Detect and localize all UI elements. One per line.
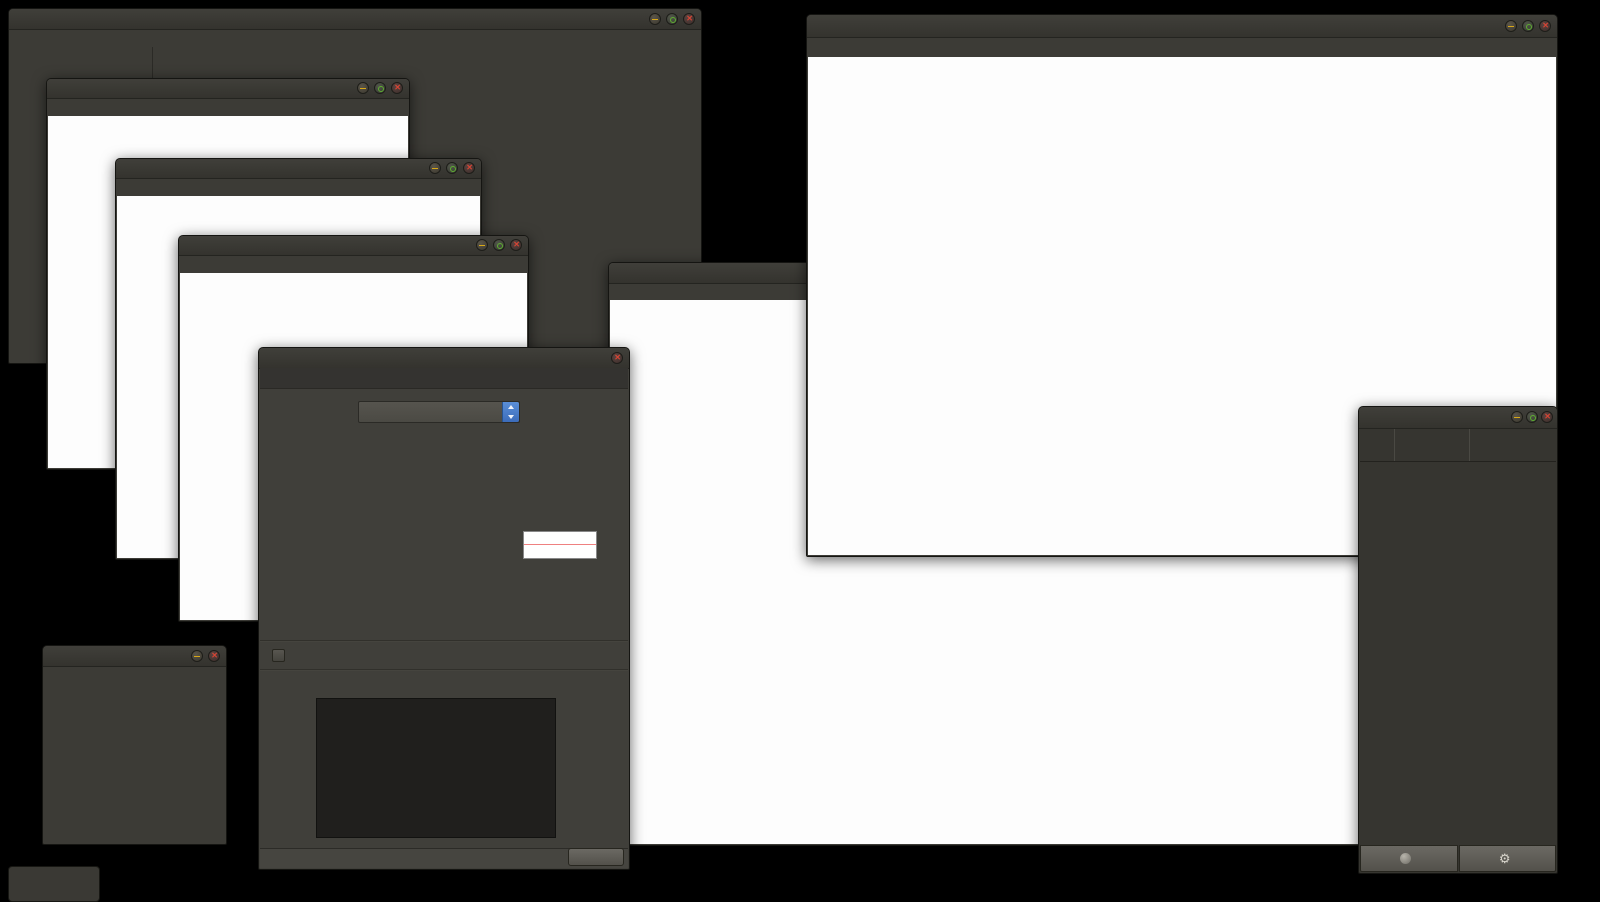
view3d-pbe-menubar <box>116 179 481 196</box>
close-icon[interactable] <box>208 650 220 662</box>
curve-preview <box>523 531 597 559</box>
close-icon[interactable] <box>611 352 623 364</box>
maximize-icon[interactable] <box>493 239 505 251</box>
gr-plot-menubar <box>807 38 1557 57</box>
main-menubar <box>9 30 701 47</box>
cancel-button[interactable] <box>1360 845 1458 872</box>
maximize-icon[interactable] <box>666 13 678 25</box>
view3d-pbe-titlebar[interactable] <box>116 159 481 179</box>
minimize-icon[interactable] <box>1511 411 1523 423</box>
close-icon[interactable] <box>510 239 522 251</box>
layers-listbox[interactable] <box>316 698 556 838</box>
toolboxes-titlebar[interactable] <box>43 646 226 667</box>
close-icon[interactable] <box>683 13 695 25</box>
main-window-titlebar[interactable] <box>9 9 701 30</box>
edit-curve-dialog <box>258 347 630 870</box>
close-icon[interactable] <box>463 162 475 174</box>
minimize-icon[interactable] <box>191 650 203 662</box>
view3d-blyp-titlebar[interactable] <box>179 236 528 256</box>
toolboxes-window <box>42 645 227 845</box>
maximize-icon[interactable] <box>374 82 386 94</box>
gear-icon: ⚙ <box>1499 851 1511 867</box>
minimize-icon[interactable] <box>357 82 369 94</box>
cancel-icon <box>1400 853 1411 864</box>
apply-button[interactable]: ⚙ <box>1459 845 1557 872</box>
select-set-dropdown[interactable] <box>358 401 520 423</box>
table-header <box>1360 429 1556 462</box>
edit-curve-tabs <box>260 368 628 389</box>
maximize-icon[interactable] <box>1522 20 1534 32</box>
close-icon[interactable] <box>1539 20 1551 32</box>
view3d-pw91-titlebar[interactable] <box>47 79 409 99</box>
preview-line <box>524 544 596 545</box>
data-table-titlebar[interactable] <box>1359 407 1557 429</box>
maximize-icon[interactable] <box>1526 411 1538 423</box>
column-header-value[interactable] <box>1470 429 1556 461</box>
close-icon[interactable] <box>391 82 403 94</box>
view3d-blyp-menubar <box>179 256 528 273</box>
window-fragment <box>8 866 100 902</box>
minimize-icon[interactable] <box>476 239 488 251</box>
view3d-pw91-menubar <box>47 99 409 116</box>
minimize-icon[interactable] <box>429 162 441 174</box>
edit-curve-titlebar[interactable] <box>259 348 629 369</box>
gr-plot-titlebar[interactable] <box>807 15 1557 38</box>
row-number-column-header[interactable] <box>1360 429 1395 461</box>
close-icon[interactable] <box>1541 411 1553 423</box>
minimize-icon[interactable] <box>649 13 661 25</box>
xshift-checkbox[interactable] <box>272 649 285 662</box>
data-table-window: ⚙ <box>1358 406 1558 874</box>
dropdown-spinner-icon[interactable] <box>502 402 519 422</box>
table-footer: ⚙ <box>1360 845 1556 872</box>
minimize-icon[interactable] <box>1505 20 1517 32</box>
maximize-icon[interactable] <box>446 162 458 174</box>
column-header-r[interactable] <box>1395 429 1470 461</box>
close-button[interactable] <box>568 848 624 866</box>
